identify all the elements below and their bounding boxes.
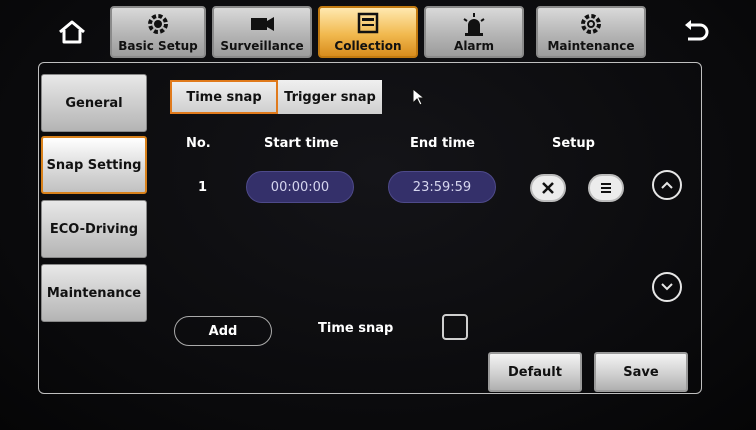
back-button[interactable] — [666, 12, 726, 52]
tab-label: Collection — [334, 39, 402, 53]
tab-alarm[interactable]: Alarm — [424, 6, 524, 58]
start-time-value: 00:00:00 — [270, 179, 330, 195]
save-button-label: Save — [623, 364, 659, 380]
scroll-up-button[interactable] — [652, 170, 682, 200]
sidebar-item-label: ECO-Driving — [49, 221, 139, 237]
delete-button[interactable] — [530, 174, 566, 202]
back-arrow-icon — [685, 20, 709, 41]
chevron-up-icon — [661, 181, 673, 189]
time-snap-checkbox[interactable] — [442, 314, 468, 340]
tab-surveillance[interactable]: Surveillance — [212, 6, 312, 58]
sidebar-item-eco-driving[interactable]: ECO-Driving — [41, 200, 147, 258]
chevron-down-icon — [661, 283, 673, 291]
time-snap-label: Time snap — [318, 321, 394, 336]
screen: Basic Setup Surveillance Collection Alar… — [0, 0, 756, 430]
end-time-field[interactable]: 23:59:59 — [388, 171, 496, 203]
sidebar-item-maintenance[interactable]: Maintenance — [41, 264, 147, 322]
column-header-setup: Setup — [552, 136, 595, 151]
subtab-time-snap[interactable]: Time snap — [170, 80, 278, 114]
subtab-trigger-snap[interactable]: Trigger snap — [278, 80, 382, 114]
collection-icon — [320, 11, 416, 37]
tab-label: Basic Setup — [118, 39, 198, 53]
default-button-label: Default — [508, 364, 562, 380]
home-button[interactable] — [42, 12, 102, 52]
tab-label: Surveillance — [220, 39, 304, 53]
tab-label: Alarm — [454, 39, 494, 53]
home-icon — [59, 20, 85, 44]
maintenance-gear-icon — [538, 11, 644, 37]
column-header-no: No. — [186, 136, 211, 151]
sidebar-item-label: Snap Setting — [46, 157, 142, 173]
tab-maintenance[interactable]: Maintenance — [536, 6, 646, 58]
tab-collection[interactable]: Collection — [318, 6, 418, 58]
tab-basic-setup[interactable]: Basic Setup — [110, 6, 206, 58]
sidebar-item-label: General — [65, 95, 123, 111]
camera-icon — [214, 11, 310, 37]
end-time-value: 23:59:59 — [412, 179, 472, 195]
add-button-label: Add — [208, 323, 238, 339]
list-icon — [601, 183, 611, 193]
sidebar-item-snap-setting[interactable]: Snap Setting — [41, 136, 147, 194]
sidebar-item-label: Maintenance — [46, 285, 142, 301]
save-button[interactable]: Save — [594, 352, 688, 392]
column-header-start-time: Start time — [264, 136, 339, 151]
default-button[interactable]: Default — [488, 352, 582, 392]
subtab-label: Time snap — [186, 89, 262, 105]
row-number: 1 — [198, 180, 208, 195]
gear-icon — [112, 11, 204, 37]
subtab-label: Trigger snap — [284, 89, 376, 105]
start-time-field[interactable]: 00:00:00 — [246, 171, 354, 203]
edit-button[interactable] — [588, 174, 624, 202]
sidebar-item-general[interactable]: General — [41, 74, 147, 132]
add-button[interactable]: Add — [174, 316, 272, 346]
column-header-end-time: End time — [410, 136, 475, 151]
mouse-cursor-icon — [412, 87, 426, 110]
close-icon — [542, 182, 554, 194]
tab-label: Maintenance — [547, 39, 635, 53]
scroll-down-button[interactable] — [652, 272, 682, 302]
alarm-light-icon — [426, 11, 522, 37]
